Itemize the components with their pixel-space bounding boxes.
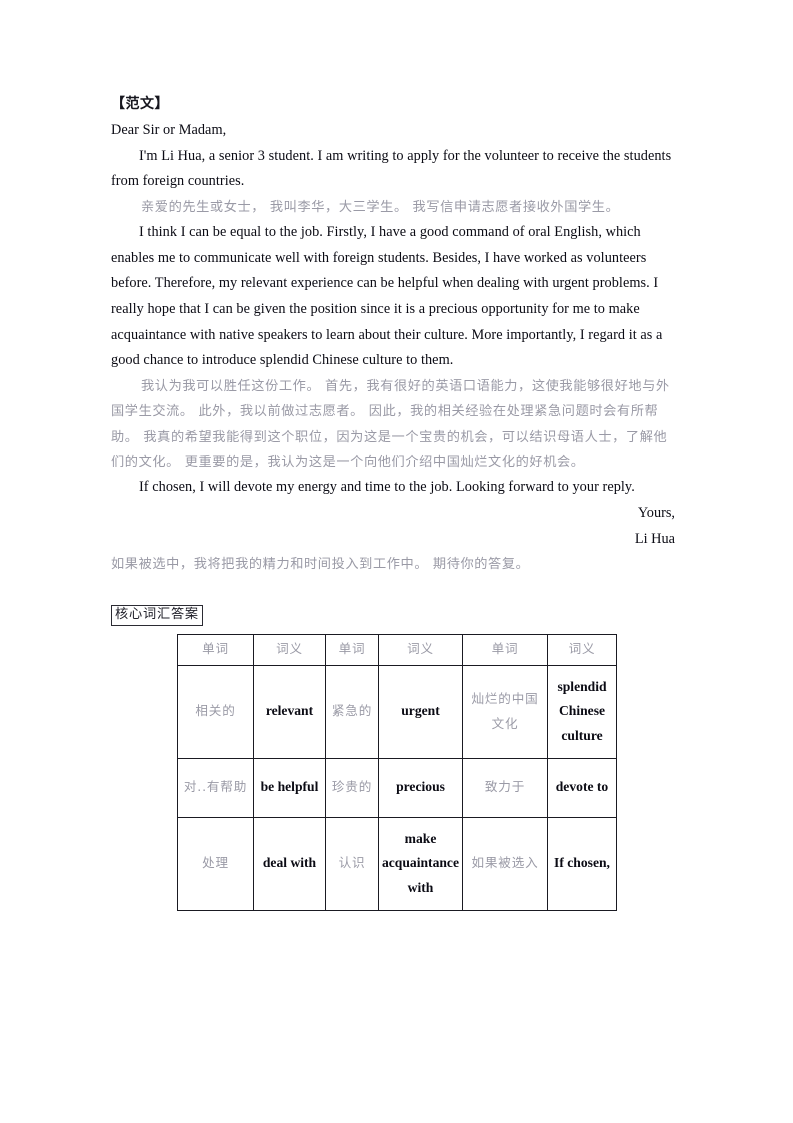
table-header-cell: 词义 <box>378 633 463 666</box>
salutation-line: Dear Sir or Madam, <box>111 122 227 138</box>
page-title: 【范文】 <box>111 96 169 112</box>
table-cell-definition: splendid Chinese culture <box>547 664 617 759</box>
vocabulary-table: 单词 词义 单词 词义 单词 词义 相关的 relevant 紧急的 urgen… <box>177 633 617 911</box>
table-cell-term: 灿烂的中国文化 <box>462 664 548 759</box>
paragraph-2-english: I think I can be equal to the job. First… <box>111 224 663 369</box>
signoff-yours: Yours, <box>637 504 675 521</box>
table-cell-definition: If chosen, <box>547 816 617 911</box>
vocab-section-header: 核心词汇答案 <box>111 604 675 626</box>
table-header-cell: 单词 <box>177 633 254 666</box>
signoff-name: Li Hua <box>634 530 675 547</box>
table-row: 处理 deal with 认识 make acquaintance with 如… <box>177 816 617 911</box>
table-cell-definition: make acquaintance with <box>378 816 463 911</box>
table-cell-definition: devote to <box>547 757 617 818</box>
boxed-label-core-vocabulary: 核心词汇答案 <box>111 604 203 626</box>
table-cell-term: 处理 <box>177 816 254 911</box>
table-header-cell: 词义 <box>547 633 617 666</box>
paragraph-3-chinese: 如果被选中，我将把我的精力和时间投入到工作中。 期待你的答复。 <box>111 557 530 573</box>
paragraph-2-chinese: 我认为我可以胜任这份工作。 首先，我有很好的英语口语能力，这使我能够很好地与外国… <box>111 378 670 470</box>
table-cell-definition: be helpful <box>253 757 326 818</box>
table-cell-term: 珍贵的 <box>325 757 379 818</box>
table-header-cell: 单词 <box>462 633 548 666</box>
table-cell-term: 紧急的 <box>325 664 379 759</box>
table-header-cell: 词义 <box>253 633 326 666</box>
table-cell-term: 认识 <box>325 816 379 911</box>
table-cell-term: 如果被选入 <box>462 816 548 911</box>
paragraph-3-english: If chosen, I will devote my energy and t… <box>139 479 635 496</box>
document-content: 【范文】 Dear Sir or Madam, I'm Li Hua, a se… <box>111 92 675 911</box>
table-cell-definition: precious <box>378 757 463 818</box>
table-cell-definition: relevant <box>253 664 326 759</box>
table-row: 对..有帮助 be helpful 珍贵的 precious 致力于 devot… <box>177 757 617 818</box>
table-cell-definition: urgent <box>378 664 463 759</box>
table-header-row: 单词 词义 单词 词义 单词 词义 <box>177 633 617 666</box>
paragraph-1-chinese: 亲爱的先生或女士， 我叫李华，大三学生。 我写信申请志愿者接收外国学生。 <box>141 199 620 215</box>
document-page: 【范文】 Dear Sir or Madam, I'm Li Hua, a se… <box>0 0 793 1123</box>
table-cell-term: 相关的 <box>177 664 254 759</box>
table-cell-term: 对..有帮助 <box>177 757 254 818</box>
table-header-cell: 单词 <box>325 633 379 666</box>
vocab-table-container: 单词 词义 单词 词义 单词 词义 相关的 relevant 紧急的 urgen… <box>177 633 675 911</box>
table-cell-definition: deal with <box>253 816 326 911</box>
table-cell-term: 致力于 <box>462 757 548 818</box>
table-row: 相关的 relevant 紧急的 urgent 灿烂的中国文化 splendid… <box>177 664 617 759</box>
paragraph-1-english: I'm Li Hua, a senior 3 student. I am wri… <box>111 147 672 190</box>
